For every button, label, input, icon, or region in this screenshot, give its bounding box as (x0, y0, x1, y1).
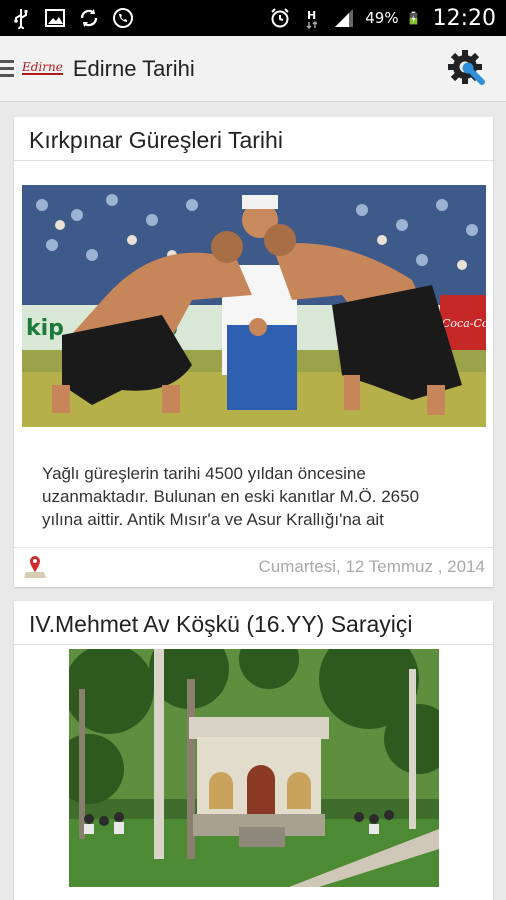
alarm-icon (271, 8, 289, 28)
article-title[interactable]: IV.Mehmet Av Köşkü (16.YY) Sarayiçi (14, 601, 493, 645)
oil-wrestling-photo[interactable]: Coca-Cola kip p (22, 185, 486, 427)
action-bar: Edirne Edirne Tarihi (0, 36, 506, 102)
svg-text:Coca-Cola: Coca-Cola (442, 317, 486, 330)
usb-icon (14, 9, 28, 29)
status-bar: H 49% 12:20 (0, 0, 506, 36)
article-excerpt[interactable]: Yağlı güreşlerin tarihi 4500 yıldan önce… (42, 462, 479, 531)
image-icon (45, 9, 65, 27)
app-title[interactable]: Edirne Tarihi (73, 56, 195, 82)
excerpt-line: Yağlı güreşlerin tarihi 4500 yıldan önce… (42, 464, 366, 483)
sync-icon (80, 9, 98, 27)
article-footer: Cumartesi, 12 Temmuz , 2014 (14, 547, 493, 585)
battery-icon (409, 11, 417, 25)
svg-text:kip: kip (26, 316, 64, 341)
svg-text:H: H (307, 9, 316, 22)
drawer-menu-icon[interactable] (0, 60, 16, 77)
app-logo[interactable]: Edirne (22, 61, 63, 75)
signal-icon (335, 9, 354, 27)
excerpt-line: yılına aittir. Antik Mısır'a ve Asur Kra… (42, 510, 384, 529)
excerpt-line: uzanmaktadır. Bulunan en eski kanıtlar M… (42, 487, 420, 506)
article-date: Cumartesi, 12 Temmuz , 2014 (258, 556, 485, 576)
article-card[interactable]: Kırkpınar Güreşleri Tarihi Coca-Cola kip… (14, 117, 493, 587)
article-title[interactable]: Kırkpınar Güreşleri Tarihi (14, 117, 493, 161)
battery-percent: 49% (365, 9, 399, 27)
settings-wrench-icon[interactable] (446, 48, 488, 90)
map-pin-icon[interactable] (24, 554, 46, 580)
hunting-pavilion-photo[interactable] (69, 649, 439, 887)
clock-time: 12:20 (432, 5, 496, 31)
phone-icon (113, 8, 133, 28)
network-h-icon: H (306, 9, 318, 29)
article-card[interactable]: IV.Mehmet Av Köşkü (16.YY) Sarayiçi (14, 601, 493, 900)
